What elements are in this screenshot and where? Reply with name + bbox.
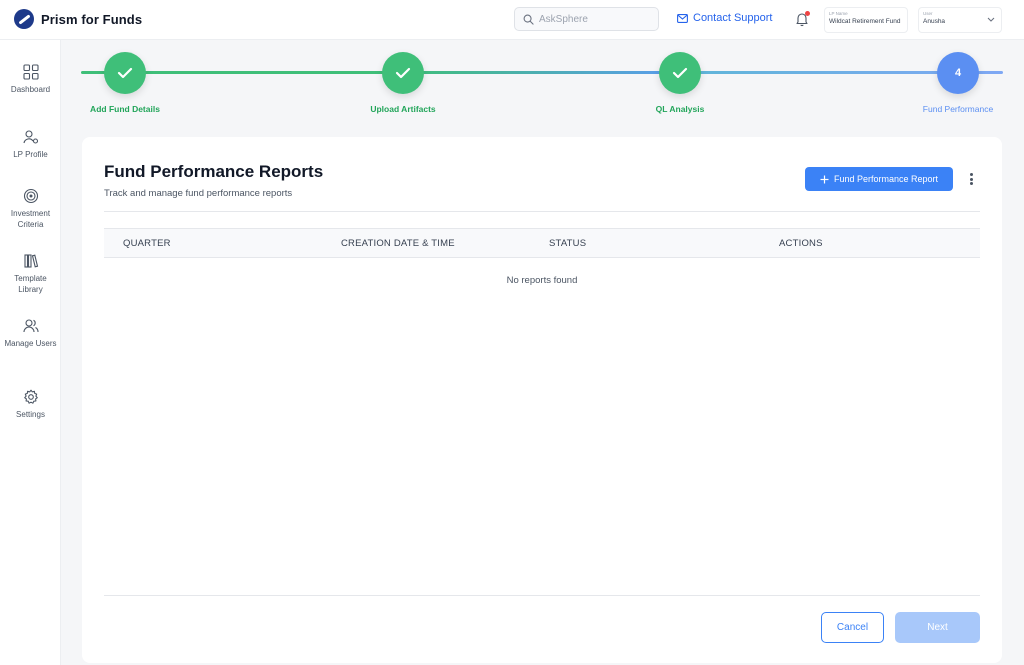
check-icon	[672, 67, 688, 79]
check-icon	[117, 67, 133, 79]
sidebar-item-label: Template Library	[14, 274, 47, 294]
step-1-complete[interactable]	[104, 52, 146, 94]
column-header-status: STATUS	[549, 238, 587, 249]
lp-name-selector[interactable]: LP Name Wildcat Retirement Fund	[824, 7, 908, 33]
cancel-button[interactable]: Cancel	[821, 612, 884, 643]
mail-icon	[677, 13, 688, 23]
user-name: Anusha	[923, 18, 946, 25]
sidebar-item-investment-criteria[interactable]: Investment Criteria	[0, 188, 61, 230]
sidebar: Dashboard LP Profile Investment Criteria…	[0, 40, 61, 665]
page-subtitle: Track and manage fund performance report…	[104, 188, 293, 199]
sidebar-item-lp-profile[interactable]: LP Profile	[0, 129, 61, 160]
brand-name: Prism for Funds	[41, 11, 143, 27]
top-header: Prism for Funds Contact Support LP Name …	[0, 0, 1024, 40]
table-header: QUARTER CREATION DATE & TIME STATUS ACTI…	[104, 228, 980, 258]
more-options-icon[interactable]	[966, 171, 976, 187]
grid-icon	[22, 64, 39, 80]
sidebar-item-label: LP Profile	[13, 150, 48, 159]
step-3-complete[interactable]	[659, 52, 701, 94]
reports-card: Fund Performance Reports Track and manag…	[82, 137, 1002, 663]
column-header-quarter: QUARTER	[123, 238, 171, 249]
column-header-creation-date: CREATION DATE & TIME	[341, 238, 455, 249]
sidebar-item-label: Investment Criteria	[10, 209, 51, 229]
column-header-actions: ACTIONS	[779, 238, 823, 249]
add-button-label: Fund Performance Report	[833, 174, 939, 184]
search-icon	[523, 14, 534, 25]
target-icon	[23, 188, 38, 204]
search-input[interactable]	[539, 13, 649, 25]
sidebar-item-dashboard[interactable]: Dashboard	[0, 64, 61, 95]
progress-stepper: 4 Add Fund Details Upload Artifacts QL A…	[61, 40, 1024, 130]
search-box[interactable]	[514, 7, 659, 31]
step-2-complete[interactable]	[382, 52, 424, 94]
sidebar-item-label: Settings	[16, 410, 45, 419]
step-label: QL Analysis	[655, 104, 705, 114]
notification-dot	[805, 11, 810, 16]
step-number: 4	[954, 67, 962, 79]
sidebar-item-settings[interactable]: Settings	[0, 389, 61, 420]
divider	[104, 595, 980, 596]
step-label: Add Fund Details	[90, 104, 160, 114]
check-icon	[395, 67, 411, 79]
empty-state-message: No reports found	[506, 275, 578, 286]
page-title: Fund Performance Reports	[104, 162, 324, 181]
contact-support-link[interactable]: Contact Support	[677, 12, 773, 24]
stepper-track-complete	[403, 71, 681, 74]
step-label: Upload Artifacts	[370, 104, 436, 114]
sidebar-item-label: Dashboard	[10, 85, 51, 94]
contact-support-label: Contact Support	[693, 12, 773, 24]
books-icon	[23, 254, 38, 268]
next-button[interactable]: Next	[895, 612, 980, 643]
gear-icon	[23, 389, 38, 404]
chevron-down-icon	[987, 17, 995, 22]
prism-logo-icon	[14, 9, 34, 29]
user-settings-icon	[22, 130, 38, 144]
plus-icon	[820, 175, 829, 183]
sidebar-item-template-library[interactable]: Template Library	[0, 253, 61, 295]
users-icon	[22, 319, 39, 333]
lp-name-value: Wildcat Retirement Fund	[829, 18, 901, 25]
add-fund-performance-report-button[interactable]: Fund Performance Report	[805, 167, 953, 191]
user-menu[interactable]: User Anusha	[918, 7, 1002, 33]
step-label: Fund Performance	[922, 104, 994, 114]
divider	[104, 211, 980, 212]
step-4-active[interactable]: 4	[937, 52, 979, 94]
sidebar-item-label: Manage Users	[4, 339, 57, 348]
notification-bell[interactable]	[794, 11, 810, 27]
brand[interactable]: Prism for Funds	[14, 9, 142, 29]
sidebar-item-manage-users[interactable]: Manage Users	[0, 318, 61, 349]
